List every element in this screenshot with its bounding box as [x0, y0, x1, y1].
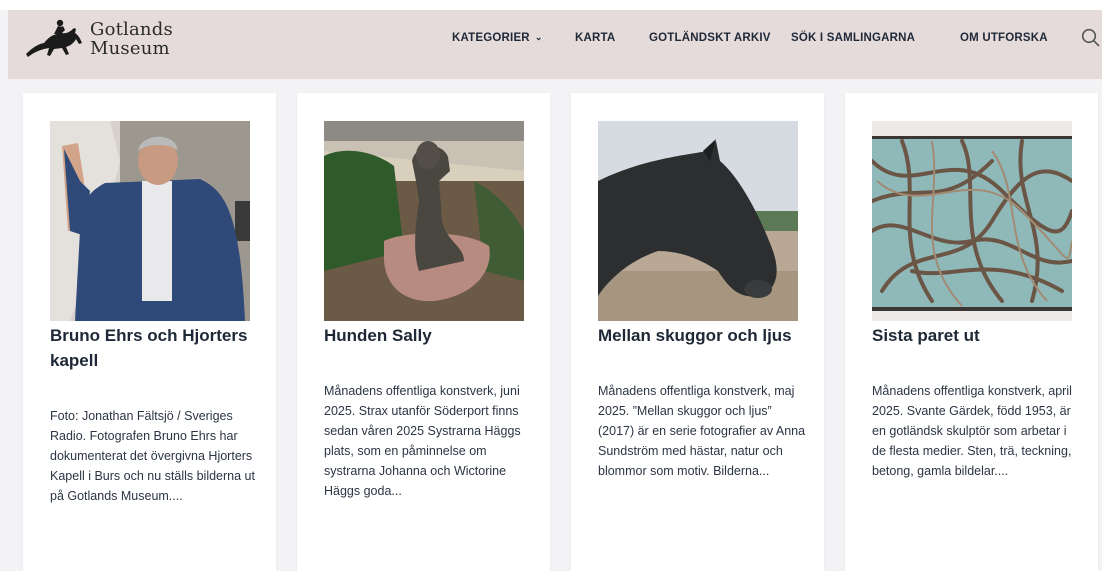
site-logo[interactable]: Gotlands Museum — [22, 16, 173, 62]
horse-rider-icon — [22, 16, 84, 62]
search-icon — [1081, 28, 1100, 47]
nav-item-label: OM UTFORSKA — [960, 32, 1048, 44]
card-excerpt: Månadens offentliga konstverk, april 202… — [872, 384, 1072, 478]
card-title[interactable]: Hunden Sally — [324, 323, 534, 348]
nav-item-label: KARTA — [575, 32, 616, 44]
nav-item-label: SÖK I SAMLINGARNA — [791, 32, 916, 44]
card-title[interactable]: Mellan skuggor och ljus — [598, 323, 808, 348]
article-card[interactable]: Hunden Sally Månadens offentliga konstve… — [297, 93, 550, 571]
logo-text-line2: Museum — [90, 38, 170, 59]
card-image-horse[interactable] — [598, 121, 798, 321]
article-card[interactable]: Bruno Ehrs och Hjorters kapell Foto: Jon… — [23, 93, 276, 571]
card-title[interactable]: Sista paret ut — [872, 323, 1082, 348]
card-excerpt: Månadens offentliga konstverk, maj 2025.… — [598, 384, 806, 478]
site-header: Gotlands Museum KATEGORIER ⌄ KARTA GOTLÄN… — [8, 10, 1102, 79]
nav-item-om-utforska[interactable]: OM UTFORSKA — [960, 32, 1048, 44]
search-button[interactable] — [1081, 28, 1101, 53]
nav-item-label: KATEGORIER — [452, 32, 530, 44]
card-image-photographer[interactable] — [50, 121, 250, 321]
nav-item-kategorier[interactable]: KATEGORIER ⌄ — [452, 32, 543, 44]
card-image-artwork[interactable] — [872, 121, 1072, 321]
nav-item-gotlandskt-arkiv[interactable]: GOTLÄNDSKT ARKIV — [649, 32, 771, 44]
card-excerpt: Foto: Jonathan Fältsjö / Sveriges Radio.… — [50, 409, 255, 503]
logo-text-line1: Gotlands — [90, 19, 173, 40]
card-excerpt: Månadens offentliga konstverk, juni 2025… — [324, 384, 521, 498]
article-card[interactable]: Mellan skuggor och ljus Månadens offentl… — [571, 93, 824, 571]
nav-item-karta[interactable]: KARTA — [575, 32, 615, 44]
chevron-down-icon: ⌄ — [534, 32, 543, 42]
card-image-dog-statue[interactable] — [324, 121, 524, 321]
article-card[interactable]: Sista paret ut Månadens offentliga konst… — [845, 93, 1098, 571]
top-strip — [0, 0, 1102, 10]
card-title[interactable]: Bruno Ehrs och Hjorters kapell — [50, 323, 260, 373]
nav-item-sok-i-samlingarna[interactable]: SÖK I SAMLINGARNA — [791, 32, 915, 44]
nav-item-label: GOTLÄNDSKT ARKIV — [649, 32, 771, 44]
